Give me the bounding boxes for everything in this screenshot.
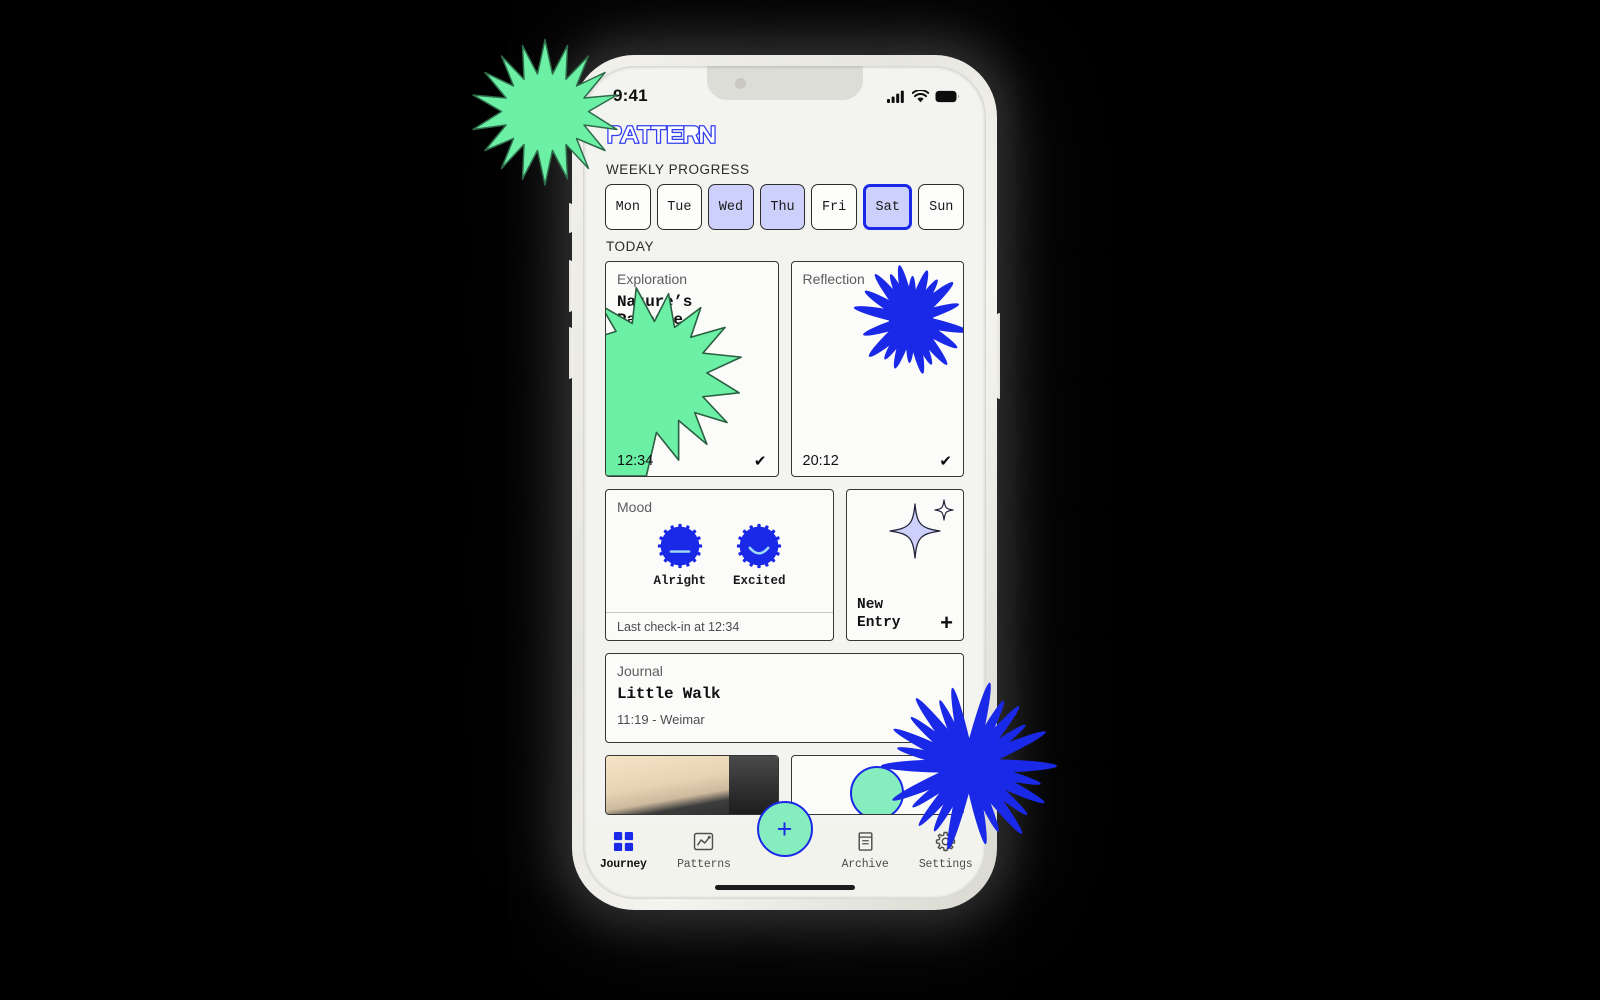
card-time: 20:12	[802, 453, 839, 469]
card-reflection[interactable]: Reflection 20:12 ✔	[790, 261, 964, 477]
mood-label: Alright	[653, 574, 706, 588]
plus-icon: +	[776, 813, 793, 844]
check-icon: ✔	[753, 452, 767, 470]
gear-icon	[935, 831, 956, 852]
smile-face-icon	[737, 523, 782, 569]
day-chip-sat[interactable]: Sat	[862, 184, 913, 230]
green-circle-thumbnail	[850, 766, 905, 814]
card-footer: 12:34 ✔	[606, 446, 778, 476]
chart-box-icon	[694, 832, 714, 851]
status-time: 9:41	[613, 86, 648, 105]
day-chip-sun[interactable]: Sun	[918, 184, 965, 230]
battery-icon	[935, 90, 959, 102]
card-journal[interactable]: Journal Little Walk 11:19 - Weimar	[605, 653, 964, 743]
nav-item-archive[interactable]: Archive	[825, 831, 906, 871]
weekly-progress-strip: Mon Tue Wed Thu Fri Sat Sun	[605, 184, 965, 230]
phone-screen: 9:41 WEEKLY PROGRESS Mon Tue Wed Thu Fri…	[583, 66, 986, 899]
nav-label: Archive	[841, 858, 889, 871]
neutral-face-icon	[657, 523, 702, 569]
canvas: 9:41 WEEKLY PROGRESS Mon Tue Wed Thu Fri…	[0, 0, 1600, 1000]
card-kicker: Exploration	[617, 271, 688, 287]
card-title: Little Walk	[617, 685, 721, 703]
card-kicker: Reflection	[802, 271, 865, 287]
mood-option-alright[interactable]: Alright	[653, 523, 706, 588]
power-button[interactable]	[996, 313, 1000, 399]
card-photo-peek[interactable]	[605, 755, 779, 815]
mood-option-excited[interactable]: Excited	[733, 523, 786, 588]
mood-options: Alright Excited	[606, 515, 833, 588]
status-indicators	[887, 89, 960, 103]
sparkle-icon	[887, 498, 955, 569]
mood-footer: Last check-in at 12:34	[606, 612, 833, 640]
nav-label: Journey	[599, 858, 647, 871]
wifi-icon	[912, 89, 929, 102]
new-entry-line1: New	[857, 596, 884, 613]
card-kicker: Journal	[617, 663, 663, 679]
nav-item-journey[interactable]: Journey	[583, 831, 664, 871]
card-time: 12:34	[617, 453, 654, 469]
grid-squares-icon	[613, 831, 633, 852]
nav-item-settings[interactable]: Settings	[905, 831, 986, 871]
add-entry-fab[interactable]: +	[756, 801, 813, 857]
weekly-progress-label: WEEKLY PROGRESS	[606, 162, 750, 177]
app-content: WEEKLY PROGRESS Mon Tue Wed Thu Fri Sat …	[583, 114, 986, 899]
mood-row: Mood Alright Excited Last check-in at 12…	[605, 489, 964, 641]
day-chip-tue[interactable]: Tue	[656, 184, 703, 230]
phone-device-frame: 9:41 WEEKLY PROGRESS Mon Tue Wed Thu Fri…	[569, 55, 1000, 910]
day-chip-fri[interactable]: Fri	[811, 184, 857, 230]
new-entry-footer: New Entry +	[857, 596, 953, 634]
card-footer: 20:12 ✔	[792, 446, 964, 476]
signal-bars-icon	[887, 90, 904, 103]
app-logo	[605, 114, 964, 153]
journal-meta: 11:19 - Weimar	[617, 712, 705, 727]
blue-star-burst-art	[792, 262, 964, 476]
today-label: TODAY	[606, 239, 655, 254]
volume-down-button[interactable]	[569, 327, 573, 379]
mute-switch[interactable]	[569, 203, 573, 233]
nav-label: Settings	[918, 858, 973, 871]
day-chip-wed[interactable]: Wed	[708, 184, 754, 230]
card-mood[interactable]: Mood Alright Excited Last check-in at 12…	[605, 489, 834, 641]
pattern-wordmark-icon	[607, 125, 716, 144]
check-icon: ✔	[939, 452, 952, 470]
status-bar: 9:41	[583, 66, 986, 114]
card-exploration[interactable]: Exploration Nature’s Palette 12:34 ✔	[605, 261, 779, 477]
day-chip-thu[interactable]: Thu	[759, 184, 806, 230]
new-entry-line2: Entry	[857, 614, 901, 631]
home-indicator[interactable]	[714, 885, 855, 890]
photo-thumbnail	[606, 756, 778, 814]
mood-label: Excited	[733, 574, 786, 588]
new-entry-label: New Entry	[857, 596, 901, 632]
day-chip-mon[interactable]: Mon	[605, 184, 651, 230]
volume-up-button[interactable]	[569, 260, 573, 312]
today-cards-row: Exploration Nature’s Palette 12:34 ✔ Ref…	[605, 261, 964, 477]
card-title: Nature’s Palette	[617, 293, 693, 329]
card-kicker: Mood	[617, 499, 653, 515]
nav-label: Patterns	[677, 858, 731, 871]
book-icon	[858, 832, 873, 851]
card-circle-peek[interactable]	[790, 755, 964, 815]
plus-icon[interactable]: +	[940, 612, 953, 634]
card-new-entry[interactable]: New Entry +	[846, 489, 964, 641]
nav-item-patterns[interactable]: Patterns	[664, 831, 745, 871]
